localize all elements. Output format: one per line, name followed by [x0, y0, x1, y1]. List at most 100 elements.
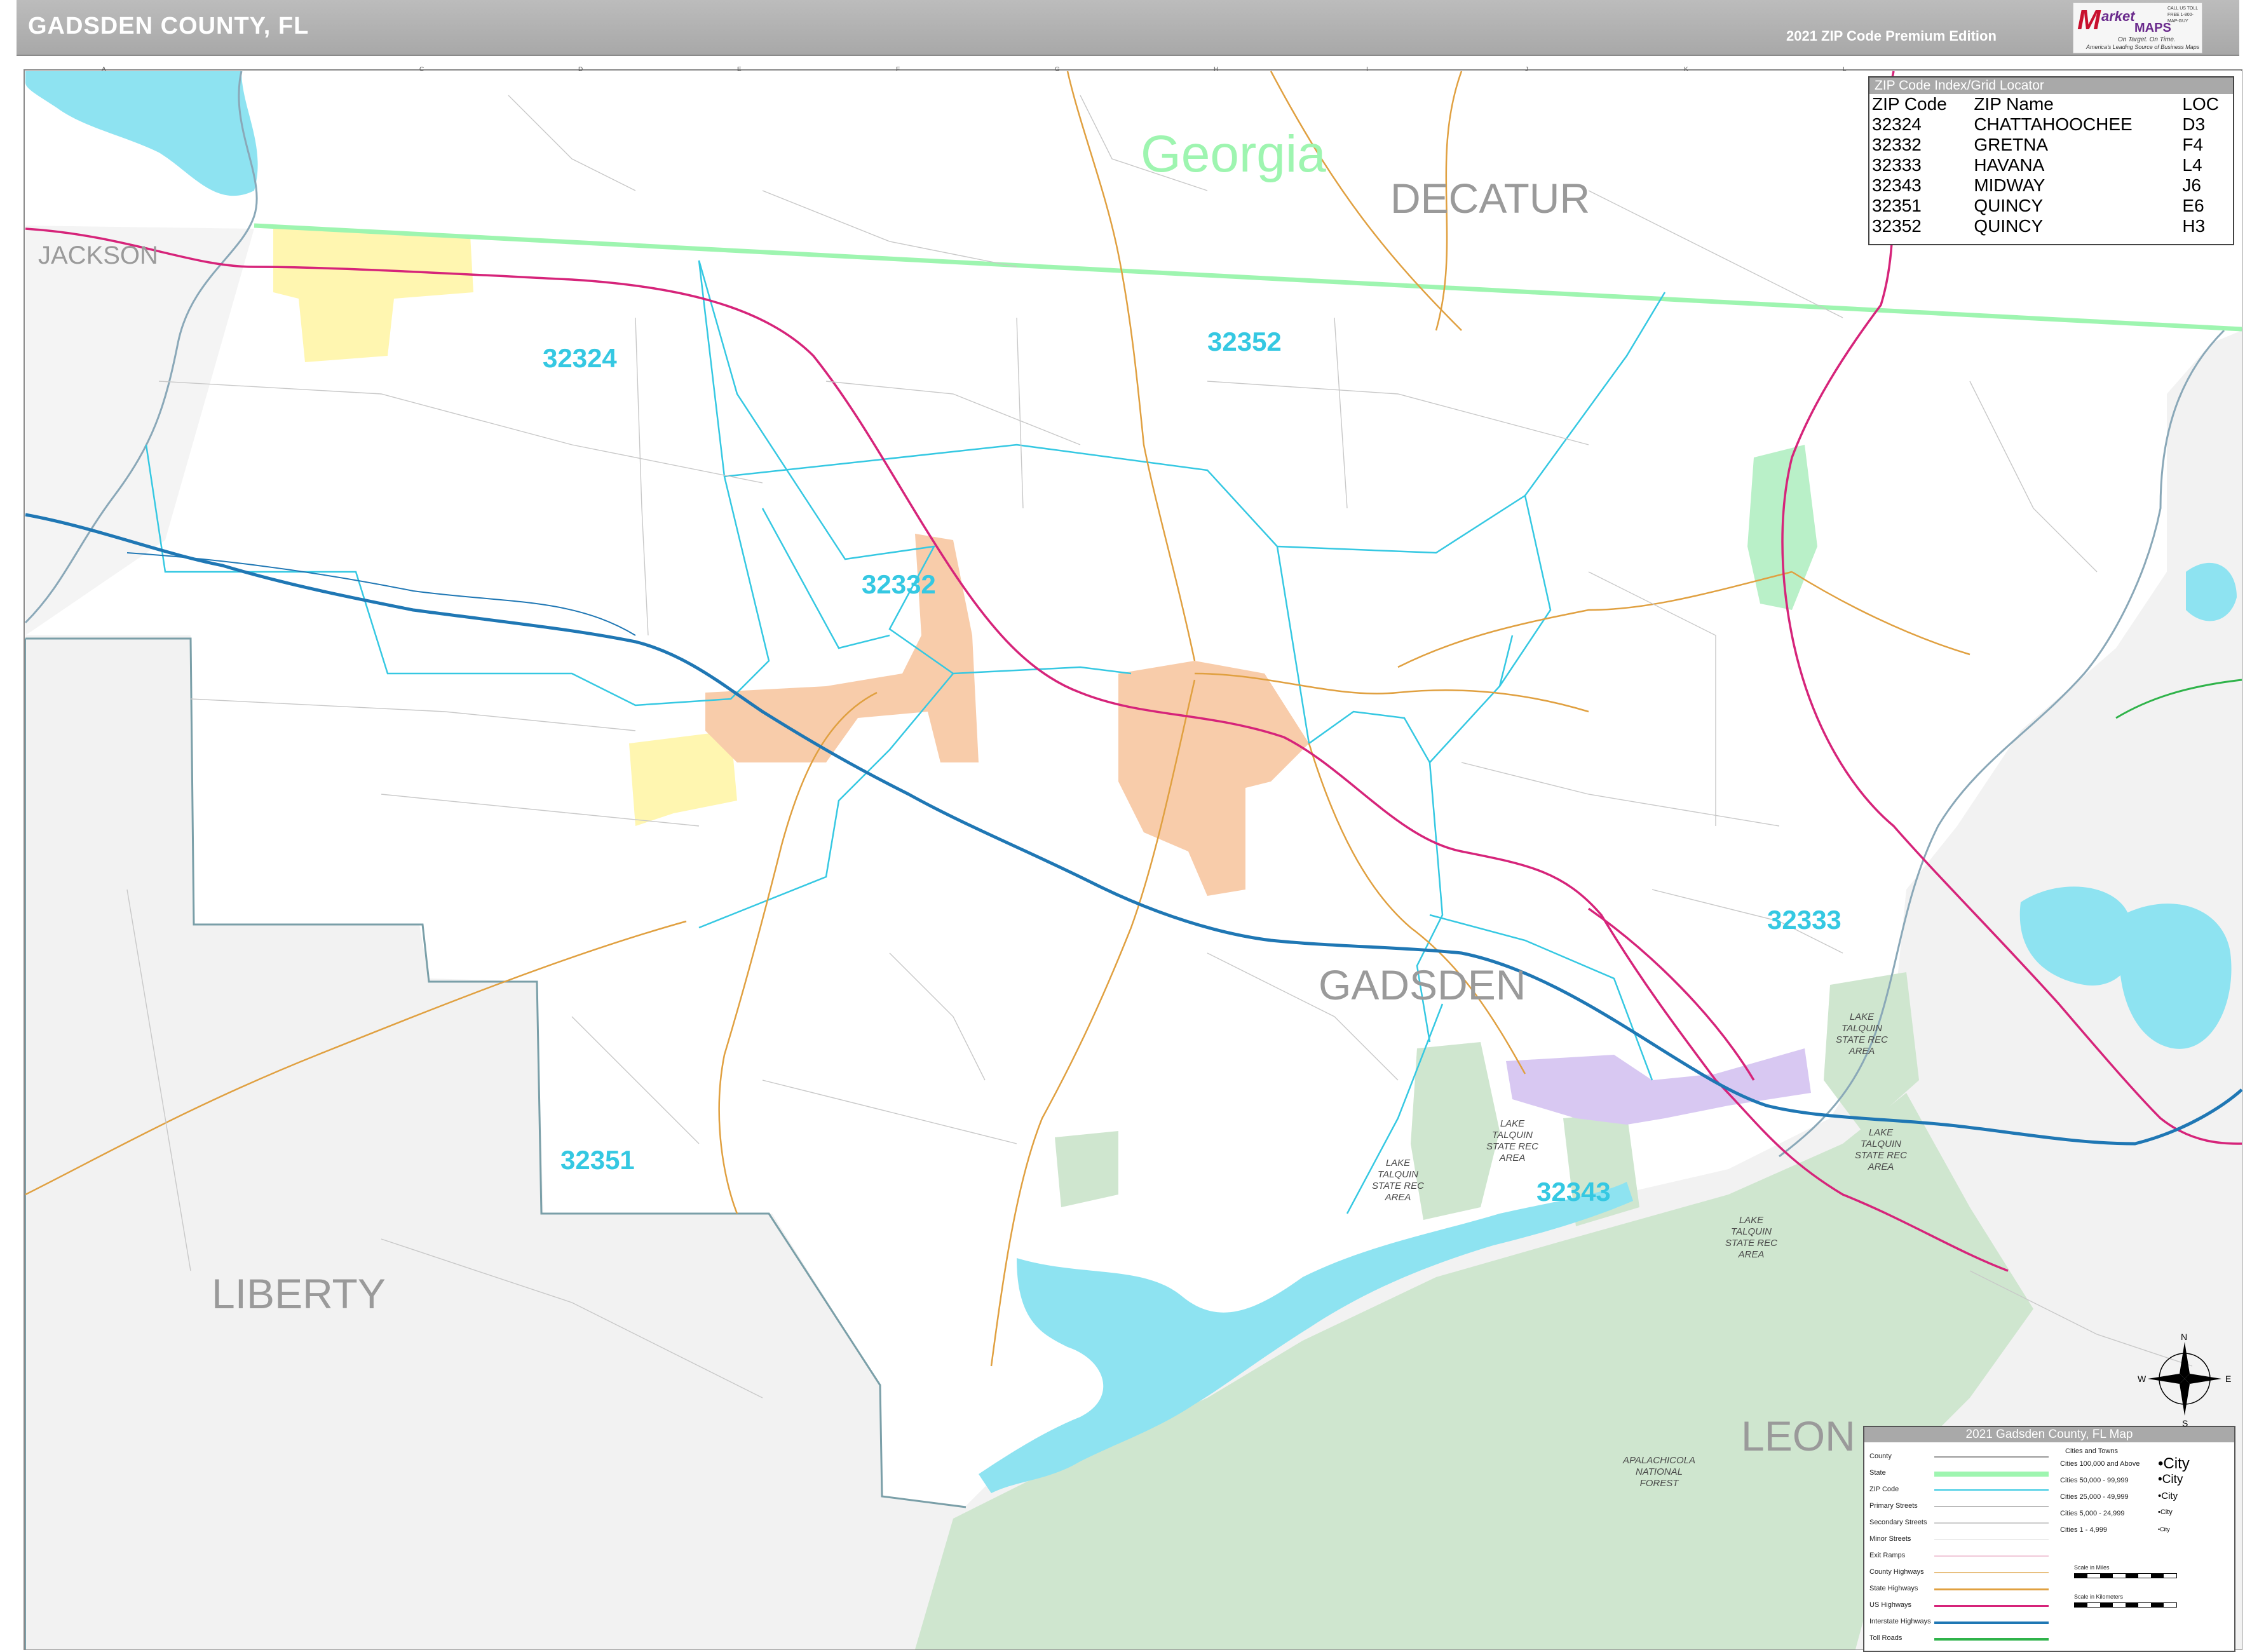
scale-miles-bar — [2074, 1573, 2177, 1578]
map-title: GADSDEN COUNTY, FL — [28, 13, 309, 39]
city-sample: •City — [2158, 1526, 2170, 1533]
legend-item: County — [1869, 1452, 1892, 1460]
park-label: LAKE TALQUIN STATE REC AREA — [1836, 1012, 1888, 1057]
region-label-gadsden: GADSDEN — [1319, 961, 1526, 1008]
zip-index-panel: ZIP Code Index/Grid Locator ZIP Code ZIP… — [1868, 76, 2234, 245]
loc-cell: H3 — [2182, 216, 2206, 236]
city-sample: •City — [2158, 1491, 2178, 1501]
legend-item: Interstate Highways — [1869, 1618, 1931, 1625]
legend-swatch-ramps — [1934, 1555, 2049, 1557]
legend-swatch-minor — [1934, 1539, 2049, 1540]
loc-cell: D3 — [2182, 114, 2206, 134]
zip-name-cell: HAVANA — [1974, 155, 2045, 175]
zip-code-cell: 32332 — [1872, 135, 1922, 154]
column-header: ZIP Code — [1872, 94, 1947, 114]
loc-cell: J6 — [2182, 175, 2201, 195]
zip-name-cell: MIDWAY — [1974, 175, 2045, 195]
zip-name-cell: QUINCY — [1974, 216, 2044, 236]
legend-item: Primary Streets — [1869, 1502, 1918, 1510]
zip-name-cell: QUINCY — [1974, 196, 2044, 215]
compass-e: E — [2225, 1374, 2232, 1384]
cities-heading: Cities and Towns — [2065, 1447, 2118, 1455]
logo-mark: M — [2077, 4, 2101, 36]
table-row: 32351 QUINCY E6 — [1869, 196, 2233, 216]
zip-label-32352: 32352 — [1207, 327, 1282, 356]
zip-code-cell: 32351 — [1872, 196, 1922, 215]
zip-index-table: ZIP Code ZIP Name LOC 32324 CHATTAHOOCHE… — [1869, 94, 2233, 236]
loc-cell: F4 — [2182, 135, 2204, 154]
legend-item: Minor Streets — [1869, 1535, 1911, 1543]
logo-contact: CALL US TOLL FREE 1-800-MAP-GUY — [2167, 6, 2198, 24]
city-class: Cities 50,000 - 99,999 — [2060, 1477, 2129, 1484]
legend-item: State Highways — [1869, 1585, 1918, 1592]
rec-area — [1055, 1131, 1118, 1207]
scale-miles-label: Scale in Miles — [2074, 1564, 2110, 1571]
zip-label-32332: 32332 — [862, 569, 936, 599]
legend-item: Toll Roads — [1869, 1634, 1902, 1642]
edition-label: 2021 ZIP Code Premium Edition — [1786, 28, 1997, 44]
compass-n: N — [2181, 1332, 2188, 1342]
city-sample: •City — [2158, 1473, 2183, 1486]
park-label: APALACHICOLA NATIONAL FOREST — [1623, 1455, 1695, 1489]
zip-name-cell: GRETNA — [1974, 135, 2048, 154]
city-class: Cities 25,000 - 49,999 — [2060, 1493, 2129, 1501]
zip-index-caption: ZIP Code Index/Grid Locator — [1869, 78, 2233, 94]
zip-code-cell: 32324 — [1872, 114, 1922, 134]
table-row: 32343 MIDWAY J6 — [1869, 175, 2233, 196]
city-sample: •City — [2158, 1508, 2173, 1516]
legend-swatch-toll — [1934, 1638, 2049, 1641]
table-row: 32332 GRETNA F4 — [1869, 135, 2233, 155]
logo-tagline: On Target. On Time. — [2118, 36, 2176, 43]
city-class: Cities 100,000 and Above — [2060, 1460, 2140, 1468]
compass-w: W — [2138, 1374, 2147, 1384]
legend-item: ZIP Code — [1869, 1486, 1899, 1493]
region-label-liberty: LIBERTY — [212, 1270, 386, 1317]
zip-index-header-row: ZIP Code ZIP Name LOC — [1869, 94, 2233, 114]
legend-caption: 2021 Gadsden County, FL Map — [1864, 1427, 2234, 1442]
legend-swatch-state-hwy — [1934, 1588, 2049, 1590]
scale-km-bar — [2074, 1602, 2177, 1608]
header-bar: GADSDEN COUNTY, FL 2021 ZIP Code Premium… — [17, 0, 2239, 56]
legend-swatch-primary — [1934, 1506, 2049, 1507]
legend-swatch-secondary — [1934, 1522, 2049, 1524]
state-label-georgia: Georgia — [1141, 125, 1326, 183]
logo-word2: MAPS — [2134, 21, 2171, 35]
park-label: LAKE TALQUIN STATE REC AREA — [1486, 1118, 1538, 1163]
zip-label-32333: 32333 — [1767, 905, 1841, 935]
map-canvas[interactable]: ACD EFG HIJ KL 123 456 789 — [0, 0, 2245, 1652]
region-label-jackson: JACKSON — [38, 241, 158, 269]
column-header: LOC — [2182, 94, 2219, 114]
legend-swatch-state — [1934, 1472, 2049, 1477]
legend-item: Exit Ramps — [1869, 1552, 1906, 1559]
region-label-leon: LEON — [1741, 1412, 1855, 1459]
legend-item: Secondary Streets — [1869, 1519, 1927, 1526]
zip-name-cell: CHATTAHOOCHEE — [1974, 114, 2133, 134]
loc-cell: L4 — [2182, 155, 2202, 175]
zip-label-32343: 32343 — [1536, 1177, 1611, 1207]
zip-code-cell: 32333 — [1872, 155, 1922, 175]
map-legend: 2021 Gadsden County, FL Map County State… — [1863, 1426, 2235, 1652]
legend-swatch-interstate — [1934, 1622, 2049, 1624]
legend-swatch-county — [1934, 1456, 2049, 1458]
city-sample: •City — [2158, 1455, 2190, 1472]
legend-item: State — [1869, 1469, 1886, 1477]
zip-label-32351: 32351 — [560, 1145, 635, 1175]
park-label: LAKE TALQUIN STATE REC AREA — [1855, 1127, 1907, 1172]
region-label-decatur: DECATUR — [1390, 175, 1590, 222]
zip-code-cell: 32352 — [1872, 216, 1922, 236]
table-row: 32352 QUINCY H3 — [1869, 216, 2233, 236]
legend-swatch-county-hwy — [1934, 1572, 2049, 1573]
city-class: Cities 5,000 - 24,999 — [2060, 1510, 2125, 1517]
compass-s: S — [2182, 1418, 2188, 1428]
zip-label-32324: 32324 — [543, 343, 617, 373]
logo-tagline-2: America's Leading Source of Business Map… — [2086, 44, 2200, 50]
logo-word1: arket — [2101, 8, 2135, 24]
table-row: 32324 CHATTAHOOCHEE D3 — [1869, 114, 2233, 135]
scale-km-label: Scale in Kilometers — [2074, 1594, 2124, 1600]
table-row: 32333 HAVANA L4 — [1869, 155, 2233, 175]
park-label: LAKE TALQUIN STATE REC AREA — [1372, 1158, 1424, 1203]
legend-swatch-zip — [1934, 1489, 2049, 1491]
legend-item: County Highways — [1869, 1568, 1924, 1576]
market-maps-logo[interactable]: M arket MAPS On Target. On Time. America… — [2073, 3, 2202, 53]
legend-item: US Highways — [1869, 1601, 1912, 1609]
